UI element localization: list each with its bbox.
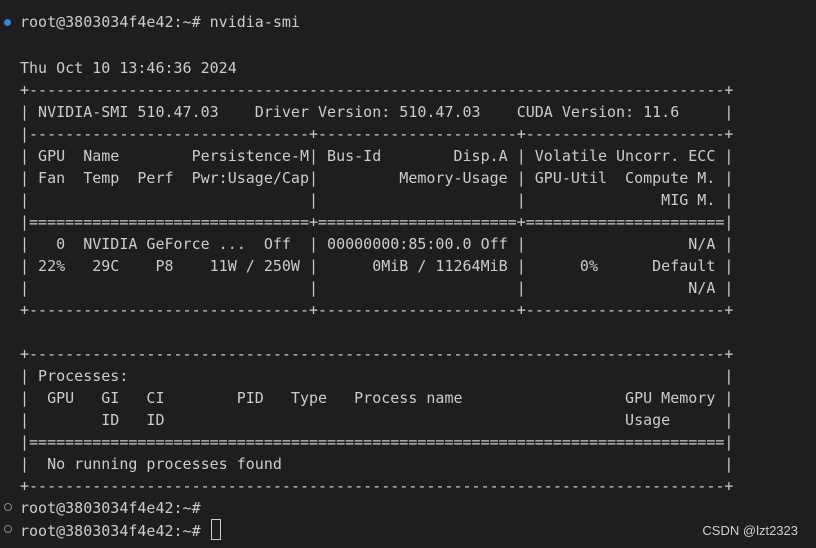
smi-table-line: | Fan Temp Perf Pwr:Usage/Cap| Memory-Us… [20,169,734,187]
smi-table-line: |===============================+=======… [20,213,734,231]
date-line: Thu Oct 10 13:46:36 2024 [20,59,237,77]
command-idle-decoration-icon[interactable] [4,503,12,511]
current-prompt-line[interactable]: root@3803034f4e42:~# [20,519,221,541]
current-prompt-text: root@3803034f4e42:~# [20,522,210,540]
smi-table-line: +---------------------------------------… [20,81,734,99]
processes-table-line: | GPU GI CI PID Type Process name GPU Me… [20,389,734,407]
processes-table-line: | ID ID Usage | [20,411,734,429]
processes-table-line: | Processes: | [20,367,734,385]
smi-table-line: | NVIDIA-SMI 510.47.03 Driver Version: 5… [20,103,734,121]
text-cursor-icon [210,519,221,540]
processes-table-line: +---------------------------------------… [20,477,734,495]
command-success-decoration-icon[interactable] [4,19,11,26]
smi-table-line: | 22% 29C P8 11W / 250W | 0MiB / 11264Mi… [20,257,734,275]
smi-table-line: | GPU Name Persistence-M| Bus-Id Disp.A … [20,147,734,165]
smi-table-line: |-------------------------------+-------… [20,125,734,143]
smi-table-line: +-------------------------------+-------… [20,301,734,319]
terminal[interactable]: root@3803034f4e42:~# nvidia-smi Thu Oct … [0,0,816,548]
command-line-nvidia-smi: root@3803034f4e42:~# nvidia-smi [20,13,300,31]
smi-table-line: | | | N/A | [20,279,734,297]
processes-table-line: | No running processes found | [20,455,734,473]
smi-table-line: | 0 NVIDIA GeForce ... Off | 00000000:85… [20,235,734,253]
smi-table-line: | | | MIG M. | [20,191,734,209]
prompt-line: root@3803034f4e42:~# [20,499,201,517]
processes-table-line: |=======================================… [20,433,734,451]
processes-table-line: +---------------------------------------… [20,345,734,363]
command-idle-decoration-icon[interactable] [4,525,12,533]
watermark: CSDN @lzt2323 [702,523,798,538]
